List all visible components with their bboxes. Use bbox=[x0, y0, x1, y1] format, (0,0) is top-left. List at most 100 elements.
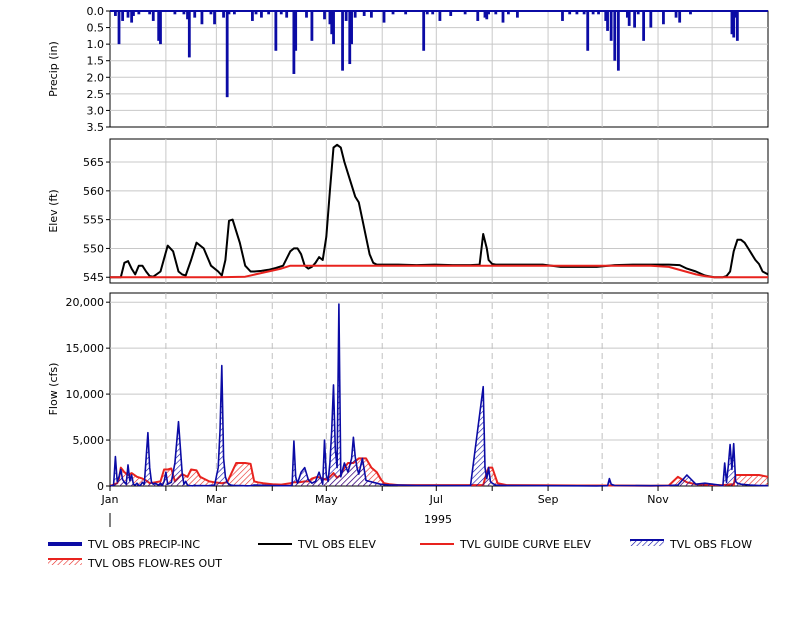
precip-bar bbox=[213, 11, 216, 25]
x-axis-year: 1995 bbox=[424, 513, 452, 526]
y-tick-label: 2.5 bbox=[87, 88, 105, 101]
x-tick-label: May bbox=[315, 493, 338, 506]
y-tick-label: 5,000 bbox=[73, 434, 105, 447]
precip-bar bbox=[516, 11, 519, 18]
precip-bar bbox=[438, 11, 442, 21]
hydrograph-chart: 0.0 0.5 1.0 1.5 2.0 2.5 3.0 3.5 Precip (in) 545… bbox=[47, 5, 769, 570]
precip-bar bbox=[425, 11, 429, 15]
precip-bar bbox=[182, 11, 186, 15]
y-tick-label: 560 bbox=[83, 185, 104, 198]
precip-bar bbox=[561, 11, 564, 21]
precip-bar bbox=[463, 11, 467, 15]
x-tick-label: Jul bbox=[429, 493, 443, 506]
precip-bar bbox=[606, 11, 609, 31]
precip-bar bbox=[735, 11, 739, 41]
precip-bar bbox=[613, 11, 617, 61]
y-tick-label: 15,000 bbox=[66, 342, 105, 355]
precip-bar bbox=[305, 11, 308, 18]
y-tick-label: 10,000 bbox=[66, 388, 105, 401]
precip-bar bbox=[568, 11, 572, 15]
precip-bar bbox=[404, 11, 408, 15]
precip-bar bbox=[151, 11, 155, 21]
precip-bar bbox=[507, 11, 510, 15]
precip-bar bbox=[362, 11, 366, 16]
precip-bar bbox=[267, 11, 271, 15]
y-tick-label: 555 bbox=[83, 214, 104, 227]
x-tick-label: Jan bbox=[101, 493, 119, 506]
x-tick-label: Mar bbox=[206, 493, 227, 506]
flow-panel: 0 5,000 10,000 15,000 20,000 Flow (cfs) bbox=[47, 292, 769, 493]
legend-label: TVL OBS FLOW bbox=[669, 538, 752, 551]
legend-label: TVL GUIDE CURVE ELEV bbox=[459, 538, 591, 551]
precip-bar bbox=[476, 11, 480, 21]
precip-bar bbox=[279, 11, 283, 15]
precip-bar bbox=[582, 11, 586, 15]
precip-bar bbox=[159, 11, 162, 45]
precip-bar bbox=[274, 11, 278, 51]
precip-bar bbox=[294, 11, 298, 51]
y-tick-label: 0 bbox=[97, 480, 104, 493]
precip-y-ticks: 0.0 0.5 1.0 1.5 2.0 2.5 3.0 3.5 bbox=[87, 5, 110, 134]
precip-bar bbox=[137, 11, 141, 15]
y-tick-label: 20,000 bbox=[66, 296, 105, 309]
precip-bar bbox=[609, 11, 613, 41]
x-tick-label: Sep bbox=[538, 493, 559, 506]
y-tick-label: 545 bbox=[83, 271, 104, 284]
precip-bar bbox=[591, 11, 595, 15]
precip-bar bbox=[674, 11, 678, 18]
y-tick-label: 1.0 bbox=[87, 38, 105, 51]
precip-bar bbox=[353, 11, 357, 18]
legend-label: TVL OBS ELEV bbox=[297, 538, 376, 551]
precip-bar bbox=[575, 11, 579, 15]
precip-bar bbox=[369, 11, 373, 18]
precip-bar bbox=[227, 11, 231, 15]
precip-bar bbox=[341, 11, 344, 71]
precip-bar bbox=[173, 11, 177, 15]
y-tick-label: 565 bbox=[83, 156, 104, 169]
precip-bar bbox=[222, 11, 225, 18]
precip-bar bbox=[187, 11, 191, 58]
precip-bar bbox=[678, 11, 682, 23]
precip-bar bbox=[616, 11, 620, 71]
elev-y-label: Elev (ft) bbox=[47, 189, 60, 232]
precip-bar bbox=[431, 11, 435, 15]
precip-bar bbox=[209, 11, 213, 15]
precip-bar bbox=[310, 11, 314, 41]
y-tick-label: 0.0 bbox=[87, 5, 105, 18]
legend-label: TVL OBS FLOW-RES OUT bbox=[87, 557, 222, 570]
precip-bar bbox=[344, 11, 348, 21]
y-tick-label: 0.5 bbox=[87, 22, 105, 35]
precip-panel: 0.0 0.5 1.0 1.5 2.0 2.5 3.0 3.5 Precip (in) bbox=[47, 5, 769, 134]
precip-bar bbox=[323, 11, 326, 20]
precip-bar bbox=[285, 11, 289, 18]
precip-bar bbox=[193, 11, 197, 18]
precip-bar bbox=[114, 11, 117, 16]
precip-plot-frame bbox=[109, 10, 769, 128]
x-axis: Jan Mar May Jul Sep Nov bbox=[101, 486, 713, 506]
precip-bar bbox=[627, 11, 631, 26]
y-tick-label: 2.0 bbox=[87, 71, 105, 84]
precip-bar bbox=[117, 11, 121, 45]
precip-bar bbox=[382, 11, 386, 23]
precip-bar bbox=[251, 11, 254, 21]
y-tick-label: 3.0 bbox=[87, 104, 105, 117]
precip-bar bbox=[597, 11, 600, 15]
legend: TVL OBS PRECIP-INC TVL OBS ELEV TVL GUIDE … bbox=[48, 538, 752, 570]
precip-bar bbox=[225, 11, 229, 98]
precip-bar bbox=[487, 11, 490, 15]
flow-y-label: Flow (cfs) bbox=[47, 363, 60, 416]
legend-label: TVL OBS PRECIP-INC bbox=[87, 538, 200, 551]
flow-plot-frame bbox=[109, 292, 769, 487]
y-tick-label: 550 bbox=[83, 242, 104, 255]
elev-y-ticks: 545 550 555 560 565 bbox=[83, 156, 110, 284]
precip-bar bbox=[633, 11, 636, 28]
x-tick-label: Nov bbox=[647, 493, 669, 506]
precip-bar bbox=[494, 11, 498, 15]
precip-bar bbox=[662, 11, 665, 25]
precip-bar bbox=[449, 11, 453, 16]
flow-y-ticks: 0 5,000 10,000 15,000 20,000 bbox=[66, 296, 110, 493]
precip-bar bbox=[121, 11, 125, 21]
precip-bar bbox=[148, 11, 152, 15]
precip-bar bbox=[422, 11, 426, 51]
y-tick-label: 1.5 bbox=[87, 55, 105, 68]
